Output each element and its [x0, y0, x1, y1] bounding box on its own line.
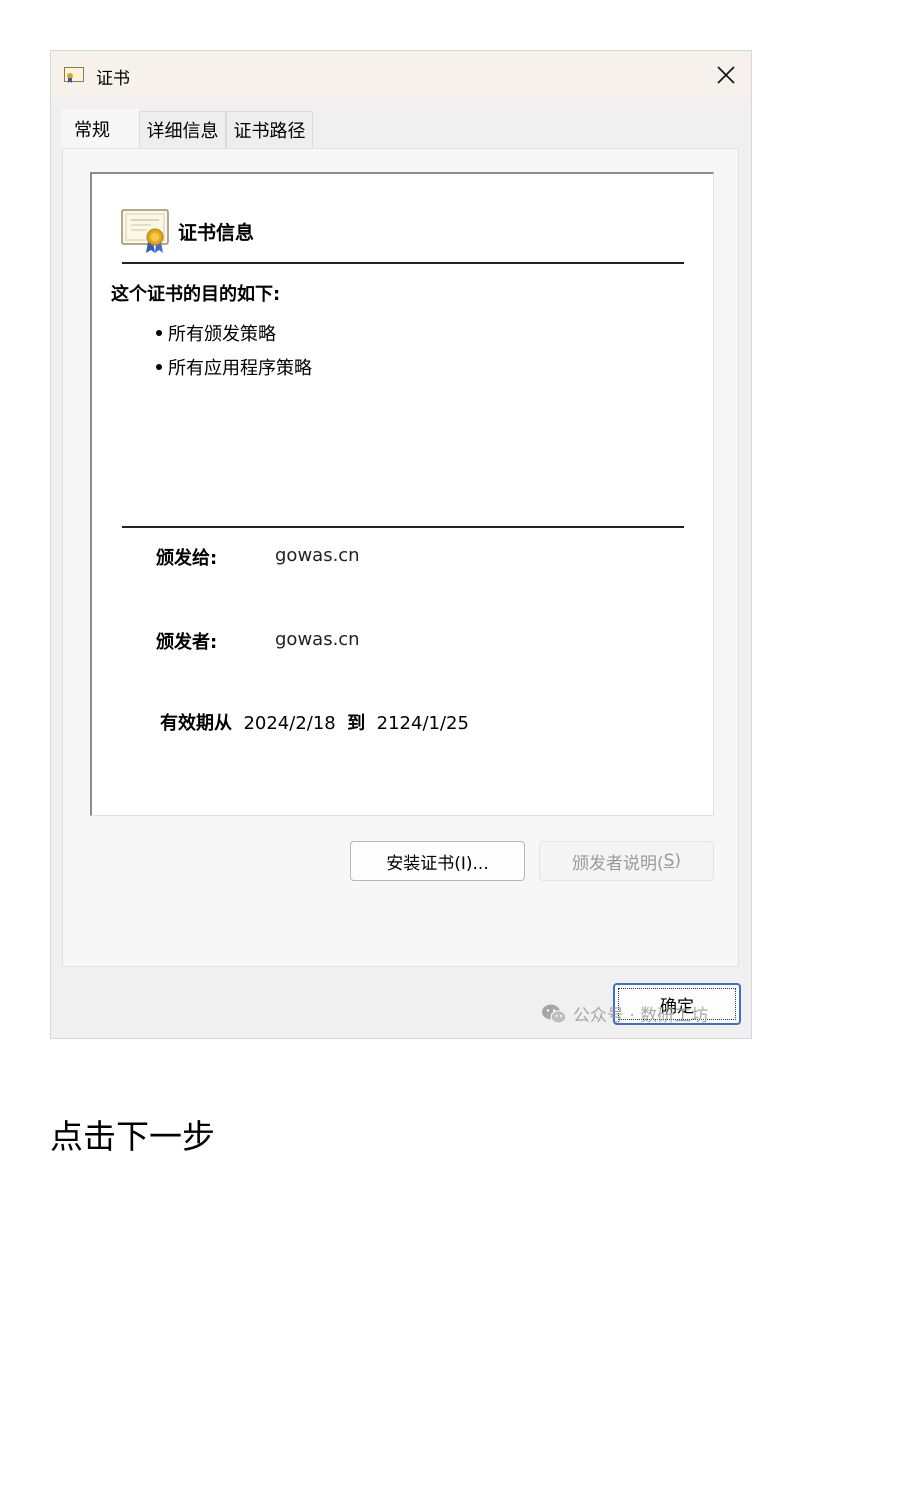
issued-by-label: 颁发者: [156, 632, 218, 653]
wechat-icon [542, 1004, 567, 1024]
certificate-info-box: 证书信息 这个证书的目的如下: 所有颁发策略 所有应用程序策略 颁发给: gow… [90, 172, 714, 816]
tab-panel-general: 证书信息 这个证书的目的如下: 所有颁发策略 所有应用程序策略 颁发给: gow… [62, 148, 739, 967]
issued-by-value: gowas.cn [275, 629, 360, 650]
certificate-icon [64, 67, 84, 83]
tab-certification-path[interactable]: 证书路径 [226, 111, 313, 148]
section-title: 证书信息 [178, 222, 255, 244]
divider [122, 526, 684, 528]
issued-to-label: 颁发给: [156, 548, 218, 569]
validity-to-label: 到 [347, 713, 366, 734]
bullet-icon [156, 364, 162, 370]
install-certificate-button[interactable]: 安装证书(I)... [350, 841, 525, 881]
validity-label: 有效期从 [160, 713, 232, 734]
valid-to: 2124/1/25 [376, 713, 469, 734]
divider [122, 262, 684, 264]
bullet-icon [156, 330, 162, 336]
tab-details[interactable]: 详细信息 [139, 111, 226, 148]
purpose-list-item: 所有颁发策略 [156, 320, 276, 346]
valid-from: 2024/2/18 [243, 713, 336, 734]
purpose-list-item: 所有应用程序策略 [156, 354, 312, 380]
purpose-heading: 这个证书的目的如下: [111, 284, 281, 305]
certificate-dialog: 证书 常规 详细信息 证书路径 证书信息 这个证书的目的如下: 所有颁发策略 所… [50, 50, 752, 1039]
title-bar: 证书 [51, 51, 751, 99]
close-icon [717, 66, 735, 84]
tab-general[interactable]: 常规 [62, 109, 139, 149]
certificate-icon [121, 209, 169, 253]
caption-text: 点击下一步 [50, 1117, 215, 1156]
issued-to-value: gowas.cn [275, 545, 360, 566]
watermark: 公众号 · 数研工坊 [541, 1001, 708, 1026]
window-title: 证书 [96, 69, 130, 89]
issuer-statement-button[interactable]: 颁发者说明(S) [539, 841, 714, 881]
validity-row: 有效期从 2024/2/18 到 2124/1/25 [160, 709, 469, 735]
close-button[interactable] [701, 51, 751, 99]
